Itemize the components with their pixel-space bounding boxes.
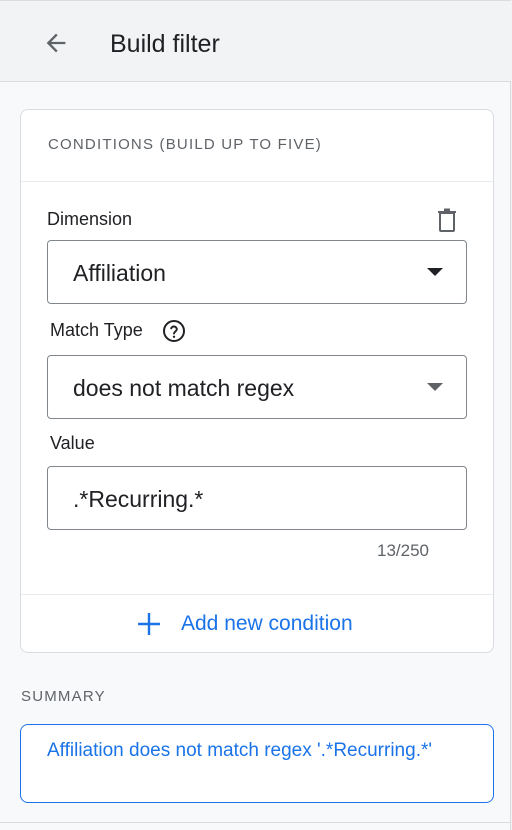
trash-icon <box>438 208 456 232</box>
summary-heading: SUMMARY <box>21 688 106 705</box>
character-counter: 13/250 <box>377 541 429 560</box>
back-button[interactable] <box>34 23 78 63</box>
conditions-card: CONDITIONS (BUILD UP TO FIVE) Dimension … <box>20 109 494 653</box>
value-label: Value <box>50 433 95 453</box>
match-type-value: does not match regex <box>73 375 295 401</box>
conditions-heading: CONDITIONS (BUILD UP TO FIVE) <box>48 136 323 153</box>
dimension-label: Dimension <box>47 209 133 229</box>
card-divider <box>21 181 493 182</box>
build-filter-panel: Build filter CONDITIONS (BUILD UP TO FIV… <box>0 0 511 830</box>
add-new-condition-label: Add new condition <box>181 612 353 635</box>
dimension-select[interactable]: Affiliation <box>47 240 467 304</box>
value-input[interactable]: .*Recurring.* <box>47 466 467 530</box>
page-title: Build filter <box>110 30 220 58</box>
match-type-select[interactable]: does not match regex <box>47 355 467 419</box>
chevron-down-icon <box>427 383 443 391</box>
value-input-text: .*Recurring.* <box>73 486 204 512</box>
arrow-back-icon <box>46 33 66 53</box>
add-new-condition-button[interactable]: Add new condition <box>136 604 353 644</box>
panel-header: Build filter <box>0 0 511 82</box>
bottom-divider <box>0 822 511 823</box>
delete-condition-button[interactable] <box>435 207 459 233</box>
plus-icon <box>138 613 160 635</box>
summary-text: Affiliation does not match regex '.*Recu… <box>47 740 432 761</box>
card-divider <box>21 594 493 595</box>
match-type-label: Match Type <box>50 320 143 340</box>
summary-box: Affiliation does not match regex '.*Recu… <box>20 724 494 803</box>
match-type-help-button[interactable] <box>162 319 186 343</box>
help-circle-icon <box>163 320 185 342</box>
chevron-down-icon <box>427 268 443 276</box>
dimension-value: Affiliation <box>73 260 166 286</box>
